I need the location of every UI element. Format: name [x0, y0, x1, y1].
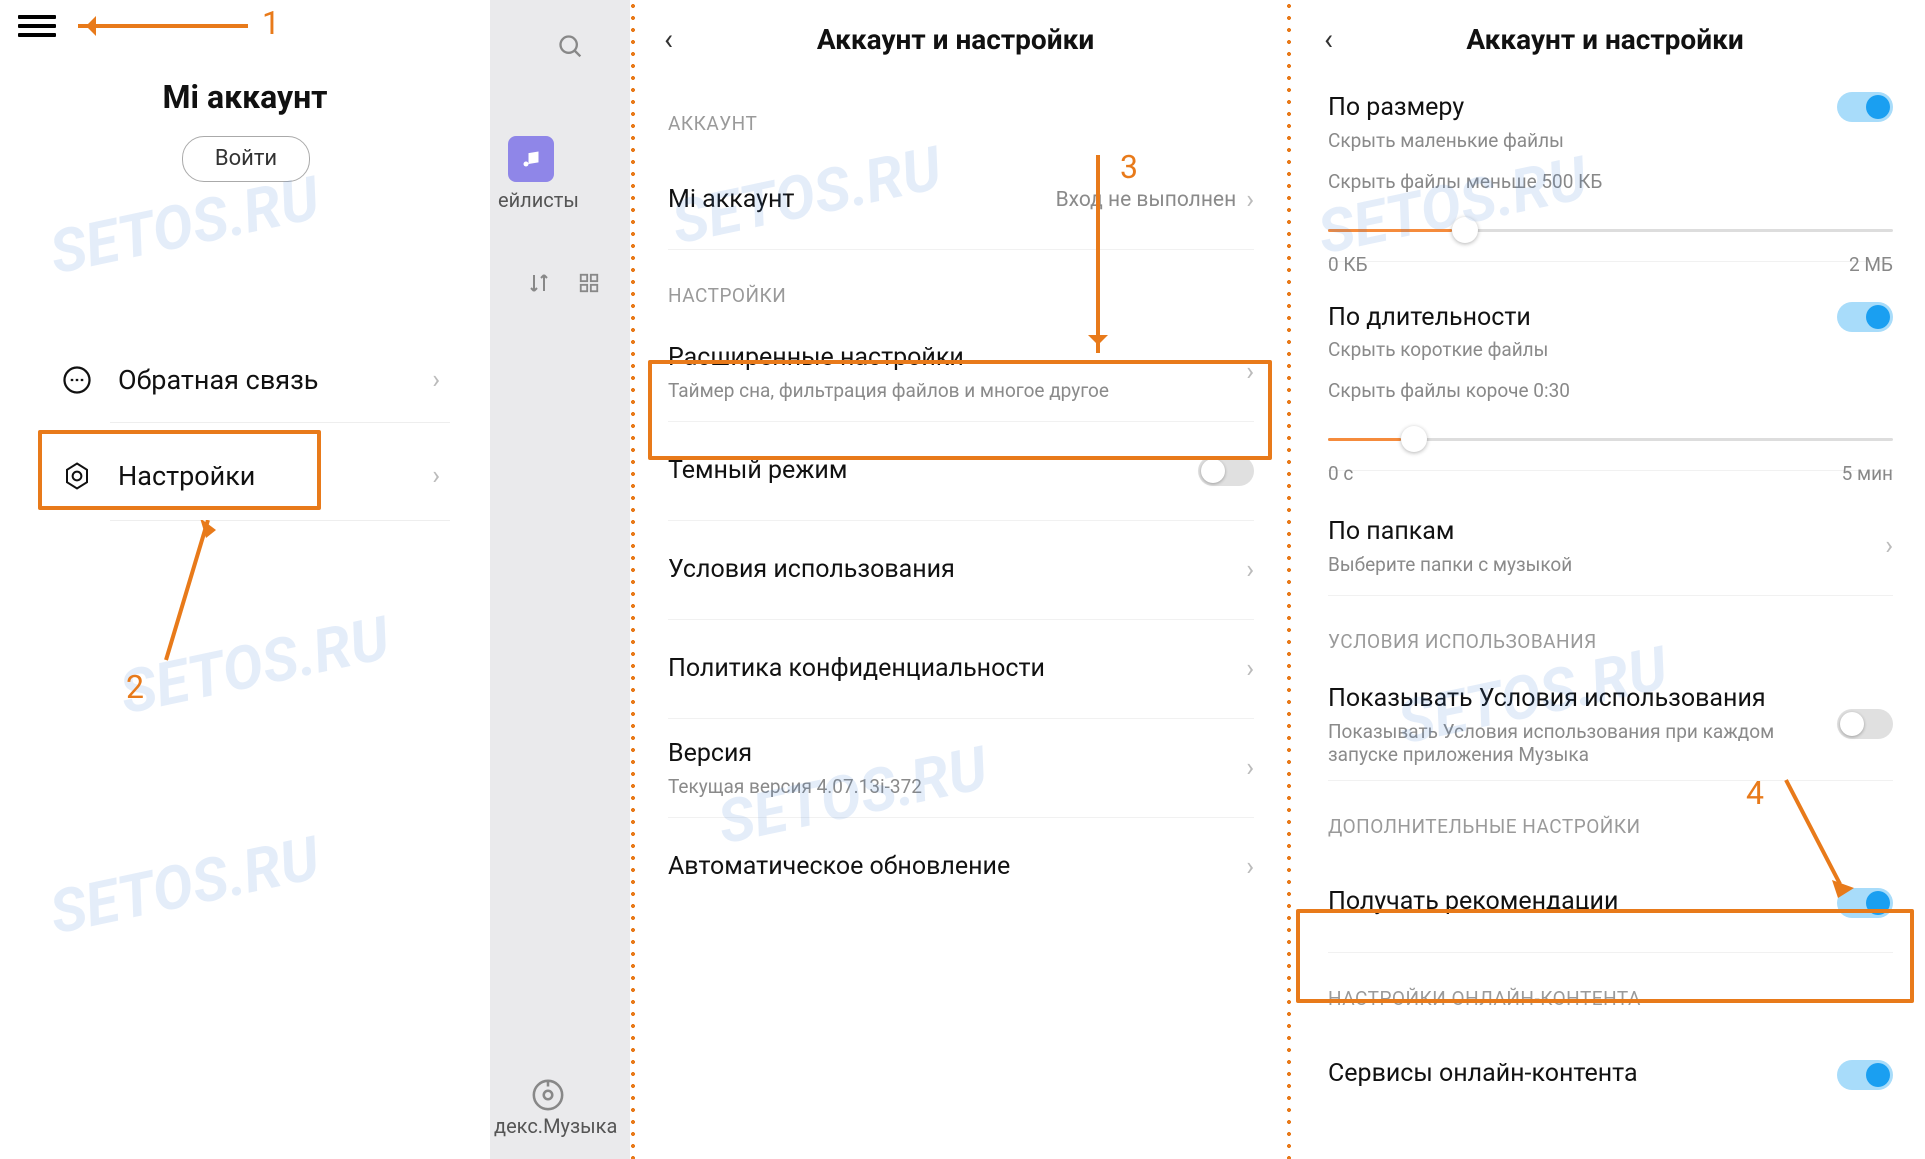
online-services-label: Сервисы онлайн-контента	[1328, 1058, 1837, 1091]
annotation-arrow-1	[78, 24, 248, 28]
dark-mode-toggle[interactable]	[1198, 456, 1254, 486]
annotation-arrow-3	[1096, 155, 1100, 353]
grid-icon	[568, 262, 610, 304]
privacy-row[interactable]: Политика конфиденциальности ›	[668, 620, 1254, 719]
duration-slider[interactable]: 0 с 5 мин	[1328, 420, 1893, 456]
chevron-right-icon: ›	[1885, 531, 1893, 561]
terms-label: Условия использования	[668, 554, 1246, 587]
sort-icon	[518, 262, 560, 304]
group-terms: УСЛОВИЯ ИСПОЛЬЗОВАНИЯ	[1328, 630, 1893, 653]
by-folder-sub: Выберите папки с музыкой	[1328, 553, 1885, 576]
dur-max: 5 мин	[1842, 462, 1893, 485]
dur-min: 0 с	[1328, 462, 1353, 485]
page-title: Аккаунт и настройки	[693, 23, 1218, 56]
annotation-3: 3	[1120, 148, 1138, 186]
show-terms-toggle[interactable]	[1837, 709, 1893, 739]
by-size-label: По размеру	[1328, 92, 1837, 125]
chevron-right-icon: ›	[1246, 555, 1254, 585]
search-icon	[550, 26, 592, 68]
show-terms-row[interactable]: Показывать Условия использования Показыв…	[1328, 669, 1893, 781]
chevron-right-icon: ›	[1246, 753, 1254, 783]
login-button[interactable]: Войти	[182, 136, 310, 182]
by-duration-block: По длительности Скрыть короткие файлы Ск…	[1328, 288, 1893, 472]
chevron-right-icon: ›	[1246, 654, 1254, 684]
auto-update-label: Автоматическое обновление	[668, 851, 1246, 884]
size-slider[interactable]: 0 КБ 2 МБ	[1328, 211, 1893, 247]
size-min: 0 КБ	[1328, 253, 1368, 276]
watermark: SETOS.RU	[114, 602, 396, 728]
yandex-label: декс.Музыка	[494, 1114, 617, 1138]
back-icon[interactable]: ‹	[664, 22, 673, 57]
watermark: SETOS.RU	[44, 822, 326, 948]
annotation-1: 1	[262, 4, 280, 42]
by-size-sub: Скрыть маленькие файлы	[1328, 129, 1837, 152]
panel-2: ‹ Аккаунт и настройки АККАУНТ Mi аккаунт…	[630, 0, 1286, 1159]
annotation-4: 4	[1746, 774, 1764, 812]
online-services-toggle[interactable]	[1837, 1060, 1893, 1090]
back-icon[interactable]: ‹	[1324, 22, 1333, 57]
divider	[110, 422, 450, 423]
size-max: 2 МБ	[1849, 253, 1893, 276]
annotation-arrow-2	[158, 520, 228, 670]
annotation-highlight-4	[1296, 909, 1914, 1003]
hamburger-icon[interactable]	[18, 10, 56, 38]
feedback-row[interactable]: Обратная связь ›	[60, 342, 460, 418]
by-duration-label: По длительности	[1328, 302, 1837, 335]
show-terms-label: Показывать Условия использования	[1328, 683, 1837, 716]
online-services-row[interactable]: Сервисы онлайн-контента	[1328, 1026, 1893, 1124]
feedback-label: Обратная связь	[118, 364, 432, 396]
annotation-highlight-2	[38, 430, 321, 510]
by-size-block: По размеру Скрыть маленькие файлы Скрыть…	[1328, 78, 1893, 262]
version-label: Версия	[668, 738, 1246, 771]
auto-update-row[interactable]: Автоматическое обновление ›	[668, 818, 1254, 916]
group-settings: НАСТРОЙКИ	[668, 284, 1254, 307]
settings-list: АККАУНТ Mi аккаунт Вход не выполнен › НА…	[636, 112, 1286, 916]
account-title: Mi аккаунт	[0, 78, 490, 116]
by-size-toggle[interactable]	[1837, 92, 1893, 122]
sidebar-drawer: Mi аккаунт Войти Обратная связь › Настро…	[0, 0, 490, 1159]
panel1-background-app: ейлисты декс.Музыка	[490, 0, 630, 1159]
playlists-label: ейлисты	[498, 188, 579, 212]
playlists-icon	[508, 136, 554, 182]
header: ‹ Аккаунт и настройки	[636, 0, 1286, 78]
dur-slider-label: Скрыть файлы короче 0:30	[1328, 379, 1893, 402]
by-duration-sub: Скрыть короткие файлы	[1328, 338, 1837, 361]
chevron-right-icon: ›	[1246, 185, 1254, 215]
page-title: Аккаунт и настройки	[1353, 23, 1857, 56]
mi-account-status: Вход не выполнен	[1056, 188, 1237, 212]
mi-account-row[interactable]: Mi аккаунт Вход не выполнен ›	[668, 151, 1254, 250]
feedback-icon	[60, 363, 94, 397]
chevron-right-icon: ›	[432, 365, 440, 395]
annotation-2: 2	[126, 668, 144, 706]
mi-account-label: Mi аккаунт	[668, 184, 1056, 217]
privacy-label: Политика конфиденциальности	[668, 653, 1246, 686]
by-folder-row[interactable]: По папкам Выберите папки с музыкой ›	[1328, 497, 1893, 596]
by-folder-label: По папкам	[1328, 516, 1885, 549]
chevron-right-icon: ›	[432, 461, 440, 491]
panel-1: ейлисты декс.Музыка Mi аккаунт Войти Обр…	[0, 0, 630, 1159]
show-terms-sub: Показывать Условия использования при каж…	[1328, 720, 1837, 766]
version-sub: Текущая версия 4.07.13i-372	[668, 775, 1246, 798]
by-duration-toggle[interactable]	[1837, 302, 1893, 332]
size-slider-label: Скрыть файлы меньше 500 КБ	[1328, 170, 1893, 193]
yandex-music-icon	[527, 1074, 569, 1116]
version-row[interactable]: Версия Текущая версия 4.07.13i-372 ›	[668, 719, 1254, 818]
terms-row[interactable]: Условия использования ›	[668, 521, 1254, 620]
panel-3: ‹ Аккаунт и настройки По размеру Скрыть …	[1286, 0, 1925, 1159]
annotation-arrow-4	[1776, 770, 1856, 900]
chevron-right-icon: ›	[1246, 852, 1254, 882]
header: ‹ Аккаунт и настройки	[1296, 0, 1925, 78]
annotation-highlight-3	[648, 360, 1272, 460]
group-account: АККАУНТ	[668, 112, 1254, 135]
